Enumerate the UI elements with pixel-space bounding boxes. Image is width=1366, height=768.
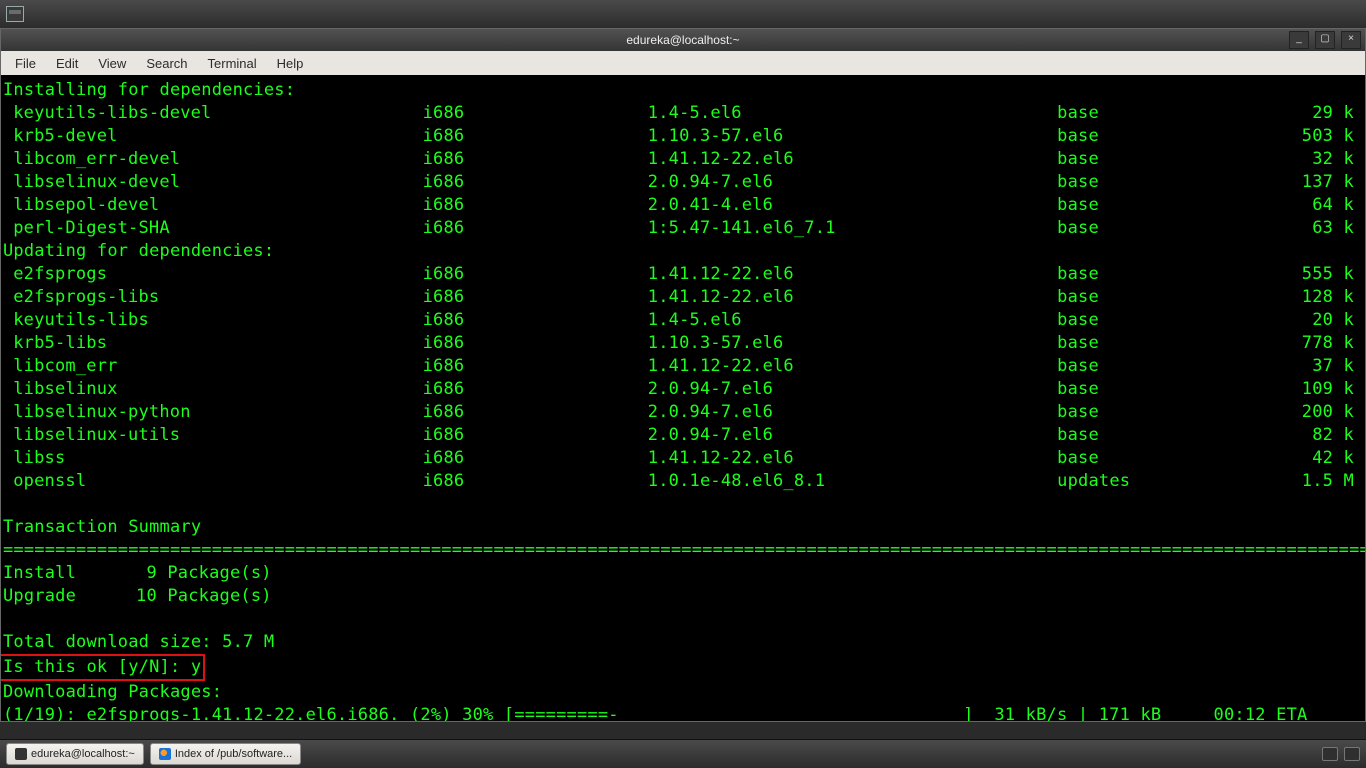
menu-view[interactable]: View <box>88 54 136 73</box>
terminal-window: edureka@localhost:~ _ ▢ × File Edit View… <box>0 28 1366 722</box>
summary-upgrade-line: Upgrade10 Package(s) <box>3 585 1363 608</box>
desktop-bottom-panel: edureka@localhost:~ Index of /pub/softwa… <box>0 739 1366 768</box>
package-row: openssli6861.0.1e-48.el6_8.1updates1.5 M <box>3 470 1363 493</box>
section-installing-header: Installing for dependencies: <box>3 79 1363 102</box>
menu-edit[interactable]: Edit <box>46 54 88 73</box>
terminal-menubar: File Edit View Search Terminal Help <box>1 51 1365 75</box>
total-download-size: Total download size: 5.7 M <box>3 631 1363 654</box>
menu-search[interactable]: Search <box>136 54 197 73</box>
window-close-button[interactable]: × <box>1341 31 1361 49</box>
package-row: libselinux-develi6862.0.94-7.el6base137 … <box>3 171 1363 194</box>
package-row: keyutils-libs-develi6861.4-5.el6base29 k <box>3 102 1363 125</box>
package-row: libssi6861.41.12-22.el6base42 k <box>3 447 1363 470</box>
firefox-icon <box>159 748 171 760</box>
download-progress-line: (1/19): e2fsprogs-1.41.12-22.el6.i686. (… <box>3 704 1363 721</box>
window-titlebar[interactable]: edureka@localhost:~ _ ▢ × <box>1 29 1365 51</box>
package-row: libsepol-develi6862.0.41-4.el6base64 k <box>3 194 1363 217</box>
menu-file[interactable]: File <box>5 54 46 73</box>
terminal-body[interactable]: Installing for dependencies: keyutils-li… <box>1 75 1365 721</box>
package-row: libselinux-utilsi6862.0.94-7.el6base82 k <box>3 424 1363 447</box>
summary-install-line: Install 9 Package(s) <box>3 562 1363 585</box>
section-updating-header: Updating for dependencies: <box>3 240 1363 263</box>
system-monitor-icon[interactable] <box>6 6 24 22</box>
downloading-packages-line: Downloading Packages: <box>3 681 1363 704</box>
package-row: libcom_err-develi6861.41.12-22.el6base32… <box>3 148 1363 171</box>
tray-icon-1[interactable] <box>1322 747 1338 761</box>
window-title: edureka@localhost:~ <box>626 33 739 47</box>
menu-help[interactable]: Help <box>267 54 314 73</box>
confirm-prompt-line: Is this ok [y/N]: y <box>3 654 1363 681</box>
separator-line: ========================================… <box>3 539 1363 562</box>
desktop-top-panel <box>0 0 1366 29</box>
package-row: e2fsprogs-libsi6861.41.12-22.el6base128 … <box>3 286 1363 309</box>
menu-terminal[interactable]: Terminal <box>198 54 267 73</box>
package-row: krb5-develi6861.10.3-57.el6base503 k <box>3 125 1363 148</box>
transaction-summary-title: Transaction Summary <box>3 516 1363 539</box>
package-row: krb5-libsi6861.10.3-57.el6base778 k <box>3 332 1363 355</box>
terminal-icon <box>15 748 27 760</box>
package-row: libcom_erri6861.41.12-22.el6base37 k <box>3 355 1363 378</box>
package-row: perl-Digest-SHAi6861:5.47-141.el6_7.1bas… <box>3 217 1363 240</box>
taskbar-button-firefox[interactable]: Index of /pub/software... <box>150 743 301 765</box>
package-row: keyutils-libsi6861.4-5.el6base20 k <box>3 309 1363 332</box>
window-maximize-button[interactable]: ▢ <box>1315 31 1335 49</box>
window-minimize-button[interactable]: _ <box>1289 31 1309 49</box>
package-row: libselinux-pythoni6862.0.94-7.el6base200… <box>3 401 1363 424</box>
package-row: e2fsprogsi6861.41.12-22.el6base555 k <box>3 263 1363 286</box>
tray-icon-2[interactable] <box>1344 747 1360 761</box>
package-row: libselinuxi6862.0.94-7.el6base109 k <box>3 378 1363 401</box>
taskbar-button-terminal[interactable]: edureka@localhost:~ <box>6 743 144 765</box>
